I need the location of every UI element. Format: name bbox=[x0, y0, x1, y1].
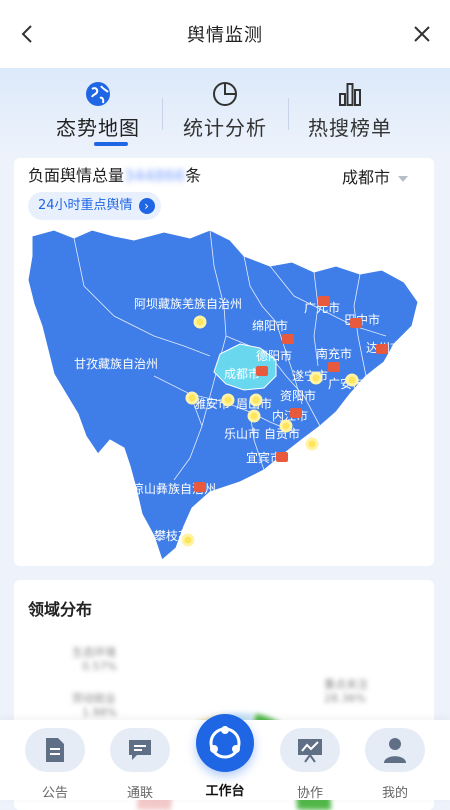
hotspot-marker bbox=[185, 391, 199, 405]
region-label: 阿坝藏族羌族自治州 bbox=[134, 297, 242, 311]
province-map[interactable]: 阿坝藏族羌族自治州 甘孜藏族自治州 凉山彝族自治州 攀枝花市 绵阳市 广元市 巴… bbox=[14, 226, 434, 566]
presentation-icon bbox=[298, 739, 322, 763]
nav-label: 我的 bbox=[381, 786, 408, 801]
region-label: 成都市 bbox=[224, 366, 260, 381]
negative-total-value: 344866 bbox=[124, 166, 186, 185]
region-label: 甘孜藏族自治州 bbox=[74, 357, 158, 371]
nav-collaboration[interactable]: 协作 bbox=[270, 728, 350, 801]
alert-pin bbox=[290, 408, 302, 418]
region-label: 巴中市 bbox=[344, 312, 380, 327]
province-shape bbox=[27, 229, 419, 561]
user-icon bbox=[384, 738, 406, 763]
active-tab-indicator bbox=[94, 142, 128, 146]
hotspot-marker bbox=[279, 419, 293, 433]
alert-pin bbox=[318, 296, 330, 306]
region-label: 泸州市 bbox=[300, 456, 336, 471]
tab-label: 热搜榜单 bbox=[308, 116, 392, 140]
close-icon[interactable] bbox=[410, 22, 434, 46]
nav-announcement[interactable]: 公告 bbox=[15, 728, 95, 801]
document-icon bbox=[46, 738, 64, 762]
region-label: 乐山市 bbox=[224, 426, 260, 441]
negative-total-suffix: 条 bbox=[185, 166, 202, 185]
region-label: 南充市 bbox=[316, 346, 352, 361]
alert-pin bbox=[350, 318, 362, 328]
key-opinion-label: 24小时重点舆情 bbox=[38, 198, 133, 213]
workbench-center-button[interactable] bbox=[196, 714, 254, 772]
workbench-icon bbox=[209, 726, 241, 759]
alert-pin bbox=[328, 362, 340, 372]
hotspot-marker bbox=[345, 373, 359, 387]
nav-label: 协作 bbox=[296, 786, 323, 801]
chat-icon bbox=[129, 740, 151, 760]
nav-mine[interactable]: 我的 bbox=[355, 728, 435, 801]
nav-label: 公告 bbox=[41, 786, 68, 801]
alert-pin bbox=[256, 366, 268, 376]
hotspot-marker bbox=[249, 393, 263, 407]
bar-chart-icon bbox=[339, 83, 361, 106]
city-select-value: 成都市 bbox=[341, 168, 390, 187]
chevron-right-icon: › bbox=[138, 198, 155, 214]
nav-icon-bg bbox=[110, 728, 170, 772]
nav-icon-bg bbox=[365, 728, 425, 772]
negative-total: 负面舆情总量344866条 bbox=[28, 162, 201, 186]
section-title: 领域分布 bbox=[28, 600, 93, 619]
region-label: 攀枝花市 bbox=[154, 528, 202, 543]
key-opinion-24h-button[interactable]: 24小时重点舆情 › bbox=[28, 192, 161, 220]
hotspot-marker bbox=[181, 533, 195, 547]
page-title: 舆情监测 bbox=[187, 25, 263, 46]
hotspot-marker bbox=[221, 393, 235, 407]
hotspot-marker bbox=[193, 315, 207, 329]
alert-pin bbox=[376, 344, 388, 354]
domain-value: 1.98% bbox=[82, 706, 117, 719]
nav-icon-bg bbox=[280, 728, 340, 772]
alert-pin bbox=[282, 334, 294, 344]
nav-label: 通联 bbox=[126, 786, 153, 801]
city-select[interactable]: 成都市 bbox=[342, 164, 408, 188]
pie-chart-icon bbox=[213, 82, 237, 106]
nav-contacts[interactable]: 通联 bbox=[100, 728, 180, 801]
hotspot-marker bbox=[305, 437, 319, 451]
nav-icon-bg bbox=[25, 728, 85, 772]
domain-value: 0.57% bbox=[82, 660, 117, 673]
hotspot-marker bbox=[309, 371, 323, 385]
top-bar: 舆情监测 bbox=[0, 0, 450, 68]
nav-label: 工作台 bbox=[205, 784, 245, 799]
region-label: 绵阳市 bbox=[252, 318, 288, 333]
hotspot-marker bbox=[247, 409, 261, 423]
domain-label: 劳动就业 bbox=[72, 692, 116, 705]
region-label: 德阳市 bbox=[256, 348, 292, 363]
globe-icon bbox=[86, 82, 110, 106]
region-label: 资阳市 bbox=[280, 388, 316, 403]
alert-pin bbox=[276, 452, 288, 462]
back-icon[interactable] bbox=[16, 22, 40, 46]
situation-map-card: 负面舆情总量344866条 成都市 24小时重点舆情 › 阿坝藏族羌族自治州 甘… bbox=[14, 158, 434, 566]
alert-pin bbox=[194, 482, 206, 492]
negative-total-prefix: 负面舆情总量 bbox=[28, 166, 125, 185]
chevron-down-icon bbox=[398, 175, 408, 182]
domain-label: 生态环境 bbox=[72, 646, 116, 659]
tab-hot-search[interactable]: 热搜榜单 bbox=[275, 80, 425, 150]
